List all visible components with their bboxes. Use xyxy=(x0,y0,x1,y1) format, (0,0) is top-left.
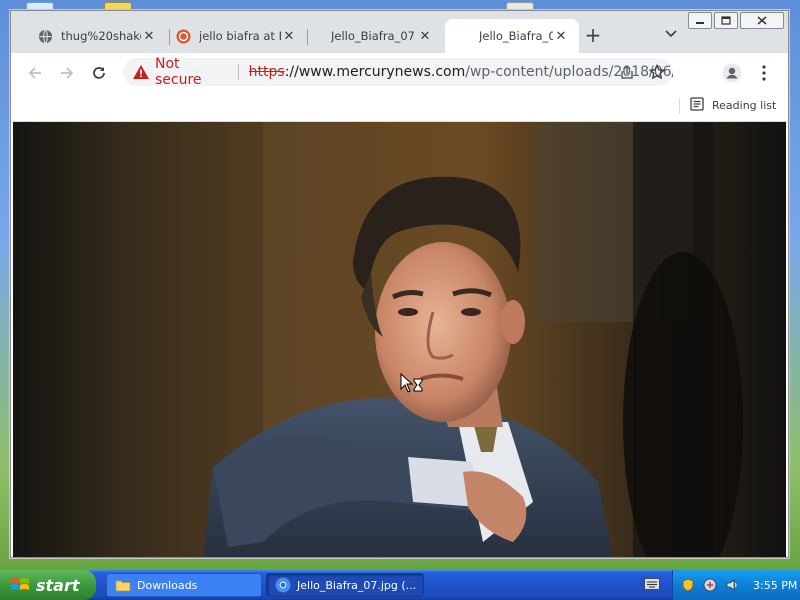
tab-active[interactable]: Jello_Biafra_07 ✕ xyxy=(445,19,579,53)
close-tab-icon[interactable]: ✕ xyxy=(417,28,433,44)
bookmarks-divider xyxy=(679,97,680,114)
browser-window: thug%20shake ✕ jello biafra at B ✕ Jello… xyxy=(10,10,789,558)
volume-icon[interactable] xyxy=(725,578,739,592)
tab-title: jello biafra at B xyxy=(199,29,281,43)
start-label: start xyxy=(36,575,80,595)
taskbar-item-browser[interactable]: Jello_Biafra_07.jpg (... xyxy=(266,573,424,597)
chrome-icon xyxy=(275,577,291,593)
back-arrow-icon[interactable] xyxy=(25,63,45,83)
omnibox-divider xyxy=(237,64,239,80)
tab-title: thug%20shake xyxy=(61,29,141,43)
taskbar-item-label: Jello_Biafra_07.jpg (... xyxy=(297,578,417,592)
tab-jello-biafra-search[interactable]: jello biafra at B ✕ xyxy=(163,19,307,53)
omnibox-actions xyxy=(619,63,666,84)
taskbar-item-downloads[interactable]: Downloads xyxy=(106,573,262,597)
new-tab-button[interactable]: + xyxy=(583,25,603,45)
tab-separator xyxy=(307,29,308,45)
tab-jello-biafra-image[interactable]: Jello_Biafra_07 ✕ xyxy=(309,19,443,53)
keyboard-icon[interactable] xyxy=(644,578,660,590)
share-icon[interactable] xyxy=(619,64,635,84)
url-host: ://www.mercurynews.com xyxy=(284,64,466,80)
globe-icon xyxy=(37,28,53,44)
photo-man-in-suit[interactable] xyxy=(13,122,786,557)
warning-icon[interactable] xyxy=(133,64,149,80)
close-tab-icon[interactable]: ✕ xyxy=(553,28,569,44)
reload-icon[interactable] xyxy=(89,63,109,83)
address-bar[interactable]: Not secure https://www.mercurynews.com/w… xyxy=(123,56,673,88)
bookmark-star-icon[interactable] xyxy=(648,63,666,84)
system-tray: 3:55 PM xyxy=(672,570,800,600)
folder-icon xyxy=(115,580,131,592)
tab-title: Jello_Biafra_07 xyxy=(331,29,415,43)
minimize-button[interactable] xyxy=(688,12,712,29)
busy-cursor-icon xyxy=(400,373,423,393)
system-clock[interactable]: 3:55 PM xyxy=(753,579,797,592)
profile-avatar-icon[interactable] xyxy=(721,62,743,84)
forward-arrow-icon[interactable] xyxy=(57,63,77,83)
window-caption-buttons xyxy=(688,11,788,32)
reading-list-label: Reading list xyxy=(712,99,777,112)
close-tab-icon[interactable]: ✕ xyxy=(281,28,297,44)
not-secure-label[interactable]: Not secure xyxy=(155,56,228,88)
start-button[interactable]: start xyxy=(0,570,96,600)
taskbar: start Downloads Jello_Biafra_07.jpg (... xyxy=(0,570,800,600)
image-viewport xyxy=(13,122,786,557)
browser-toolbar: Not secure https://www.mercurynews.com/w… xyxy=(11,53,788,91)
tab-title: Jello_Biafra_07 xyxy=(479,29,553,43)
security-shield-icon[interactable] xyxy=(681,578,695,592)
reading-list-button[interactable]: Reading list xyxy=(679,97,776,114)
duckduckgo-icon xyxy=(175,28,191,44)
windows-logo-icon xyxy=(11,578,29,590)
taskbar-item-label: Downloads xyxy=(137,578,198,592)
tab-search-chevron-icon[interactable] xyxy=(663,27,679,43)
tab-thug-shake[interactable]: thug%20shake ✕ xyxy=(25,19,167,53)
network-icon[interactable] xyxy=(703,578,717,592)
url-text[interactable]: https://www.mercurynews.com/wp-content/u… xyxy=(249,64,673,80)
bookmarks-bar: Reading list xyxy=(11,91,788,122)
tab-strip: thug%20shake ✕ jello biafra at B ✕ Jello… xyxy=(11,11,788,53)
reading-list-icon xyxy=(690,97,704,114)
menu-kebab-icon[interactable] xyxy=(753,62,775,84)
url-scheme: https xyxy=(248,64,285,80)
close-window-button[interactable] xyxy=(740,12,784,29)
close-tab-icon[interactable]: ✕ xyxy=(141,28,157,44)
restore-button[interactable] xyxy=(714,12,738,29)
